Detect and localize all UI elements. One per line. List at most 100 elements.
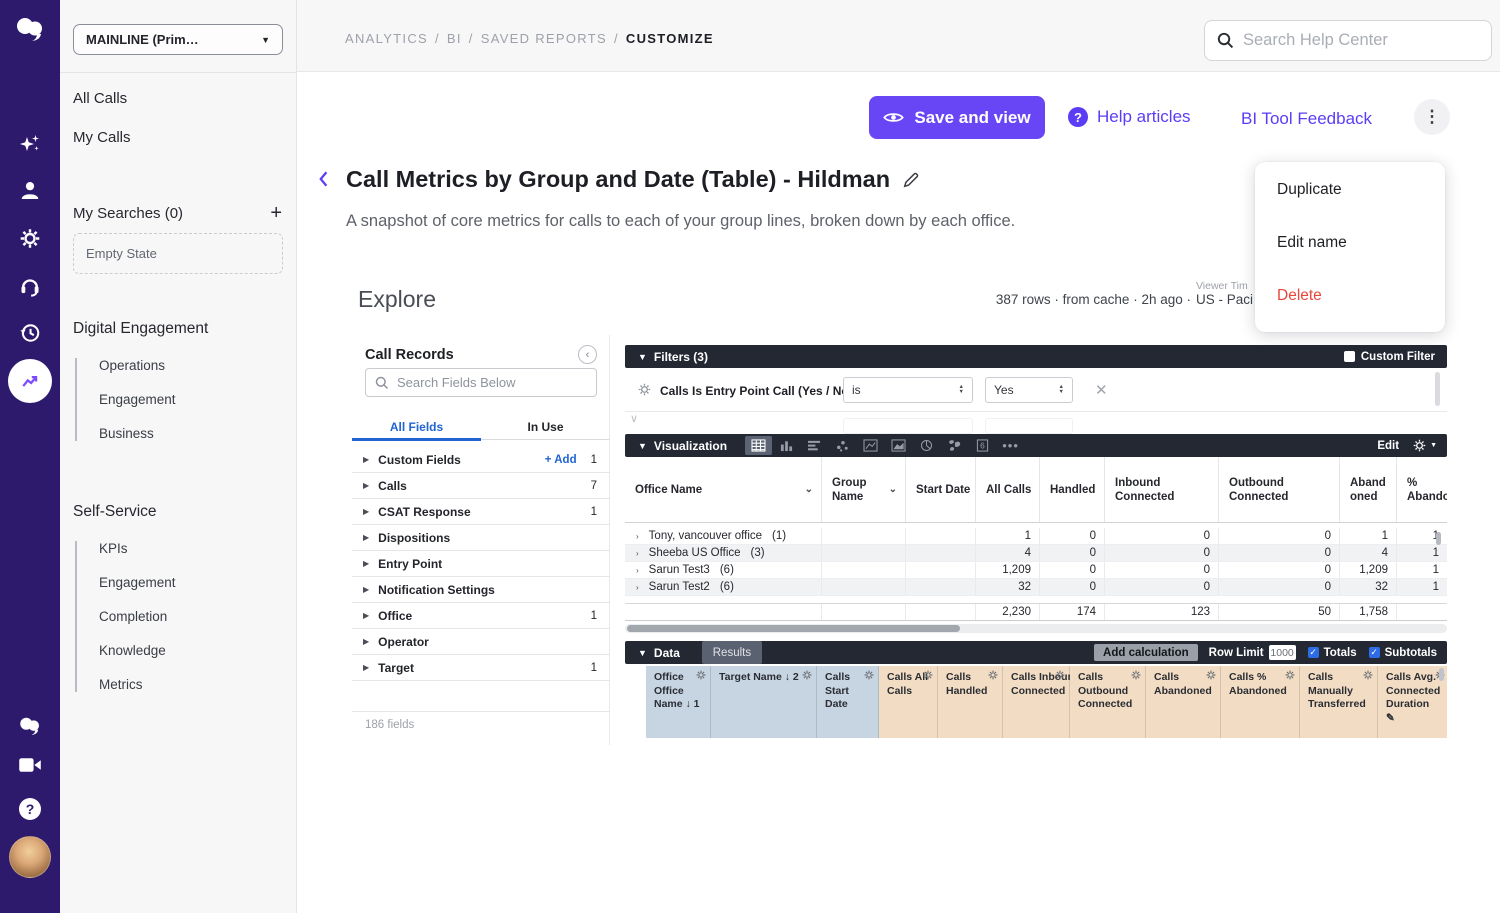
column-header-start-date[interactable]: Start Date [906,457,976,522]
help-center-search-input[interactable] [1243,31,1463,50]
collapse-panel-button[interactable]: ‹ [578,345,597,364]
field-group-calls[interactable]: ▶Calls7 [352,473,610,499]
data-column-calls-abandoned[interactable]: Calls %Abandoned [1221,666,1300,738]
breadcrumb-item-saved-reports[interactable]: SAVED REPORTS [481,31,607,46]
viz-type-pie-chart-icon[interactable] [913,436,940,455]
table-row[interactable]: ›Sheeba US Office(3)400041 [625,545,1447,562]
viz-type-map-icon[interactable] [941,436,968,455]
field-group-office[interactable]: ▶Office1 [352,603,610,629]
data-table-scrollbar[interactable] [1439,668,1444,681]
sidebar-item-metrics[interactable]: Metrics [99,677,282,692]
filters-section-bar[interactable]: ▼ Filters (3) Custom Filter [625,345,1447,368]
row-limit-input[interactable] [1269,645,1296,660]
column-gear-icon[interactable] [864,670,874,680]
video-icon[interactable] [19,757,42,773]
data-column-calls-avg-connected-duration-[interactable]: Calls Avg.ConnectedDuration✎ [1378,666,1447,738]
menu-item-edit-name[interactable]: Edit name [1277,234,1423,252]
result-table-horizontal-scrollbar[interactable] [625,624,1447,633]
add-search-button[interactable]: + [270,202,282,225]
viz-type-single-value-icon[interactable]: 6 [969,436,996,455]
row-group-cell[interactable]: ›Tony, vancouver office(1) [625,528,822,544]
column-header-outbound-connected[interactable]: Outbound Connected [1219,457,1340,522]
custom-filter-checkbox[interactable] [1344,351,1355,362]
breadcrumb-item-analytics[interactable]: ANALYTICS [345,31,428,46]
settings-gear-icon[interactable] [20,228,41,249]
column-gear-icon[interactable] [988,670,998,680]
viz-edit-button[interactable]: Edit [1377,440,1399,452]
column-gear-icon[interactable] [696,670,706,680]
column-header-abandoned[interactable]: Abandoned [1340,457,1397,522]
row-group-cell[interactable]: ›Sarun Test3(6) [625,562,822,578]
tab-in-use[interactable]: In Use [481,414,610,439]
filters-scrollbar[interactable] [1435,372,1440,406]
breadcrumb-item-bi[interactable]: BI [447,31,462,46]
sidebar-item-completion[interactable]: Completion [99,609,282,624]
expand-filters-chevron[interactable]: ∨ [630,412,638,425]
column-header-all-calls[interactable]: All Calls [976,457,1040,522]
filter-value-select[interactable]: Yes ▲▼ [985,377,1073,403]
data-column-office-office-name-1[interactable]: OfficeOfficeName ↓ 1 [646,666,711,738]
field-group-entry-point[interactable]: ▶Entry Point [352,551,610,577]
viz-type-table-icon[interactable] [745,436,772,455]
more-options-button[interactable]: ⋮ [1414,99,1450,135]
result-table-vertical-scrollbar[interactable] [1436,532,1441,545]
data-column-calls-all-calls[interactable]: Calls AllCalls [879,666,938,738]
table-row[interactable]: ›Sarun Test2(6)32000321 [625,579,1447,596]
user-avatar[interactable] [9,836,51,878]
data-column-calls-inbound-connected[interactable]: Calls InboundConnected [1003,666,1070,738]
add-custom-field-button[interactable]: + Add [545,454,577,466]
results-tab[interactable]: Results [702,641,762,664]
ai-sparkles-icon[interactable] [18,132,42,156]
field-group-dispositions[interactable]: ▶Dispositions [352,525,610,551]
sidebar-section-title[interactable]: Digital Engagement [73,320,282,338]
table-row[interactable]: ›Tony, vancouver office(1)100011 [625,528,1447,545]
section-collapse-caret[interactable]: ▼ [638,352,647,362]
tab-all-fields[interactable]: All Fields [352,414,481,439]
row-group-cell[interactable]: ›Sarun Test2(6) [625,579,822,595]
sidebar-item-operations[interactable]: Operations [99,358,282,373]
sidebar-item-business[interactable]: Business [99,426,282,441]
dialpad-logo-icon[interactable] [14,16,46,42]
field-group-target[interactable]: ▶Target1 [352,655,610,681]
data-column-calls-abandoned[interactable]: CallsAbandoned [1146,666,1221,738]
viz-type-column-chart-icon[interactable] [773,436,800,455]
field-group-notification-settings[interactable]: ▶Notification Settings [352,577,610,603]
viz-settings-gear[interactable]: ▼ [1413,439,1437,452]
menu-item-duplicate[interactable]: Duplicate [1277,181,1423,199]
column-header-handled[interactable]: Handled [1040,457,1105,522]
viz-type-more-icon[interactable]: ••• [997,436,1024,455]
column-gear-icon[interactable] [1285,670,1295,680]
column-gear-icon[interactable] [1363,670,1373,680]
sidebar-section-title[interactable]: Self-Service [73,503,282,521]
column-header-group-name[interactable]: Group Name⌄ [822,457,906,522]
data-section-bar[interactable]: ▼ Data Results Add calculation Row Limit… [625,641,1447,664]
save-and-view-button[interactable]: Save and view [869,96,1045,139]
field-group-csat-response[interactable]: ▶CSAT Response1 [352,499,610,525]
column-gear-icon[interactable] [1131,670,1141,680]
fields-search[interactable] [365,368,597,397]
sidebar-item-engagement[interactable]: Engagement [99,392,282,407]
column-header--abandoned[interactable]: % Abandoned [1397,457,1447,522]
fields-search-input[interactable] [397,375,577,390]
column-header-office-name[interactable]: Office Name⌄ [625,457,822,522]
scrollbar-thumb[interactable] [627,625,960,632]
viz-type-line-chart-icon[interactable] [857,436,884,455]
data-column-calls-start-date[interactable]: CallsStartDate [817,666,879,738]
column-gear-icon[interactable] [923,670,933,680]
menu-item-delete[interactable]: Delete [1277,287,1423,305]
column-gear-icon[interactable] [802,670,812,680]
support-headset-icon[interactable] [19,275,41,297]
filter-operator-select[interactable]: is ▲▼ [843,377,973,403]
row-group-cell[interactable]: ›Sheeba US Office(3) [625,545,822,561]
data-column-target-name-2[interactable]: Target Name ↓ 2 [711,666,817,738]
add-calculation-button[interactable]: Add calculation [1094,644,1198,661]
sidebar-item-kpis[interactable]: KPIs [99,541,282,556]
history-icon[interactable] [19,322,41,344]
viz-type-area-chart-icon[interactable] [885,436,912,455]
bi-tool-feedback-link[interactable]: BI Tool Feedback [1241,109,1372,129]
section-collapse-caret[interactable]: ▼ [638,441,647,451]
dialpad-mini-icon[interactable] [18,716,42,736]
totals-checkbox[interactable]: ✓ [1308,647,1319,658]
sidebar-item-knowledge[interactable]: Knowledge [99,643,282,658]
table-row[interactable]: ›Sarun Test3(6)1,2090001,2091 [625,562,1447,579]
